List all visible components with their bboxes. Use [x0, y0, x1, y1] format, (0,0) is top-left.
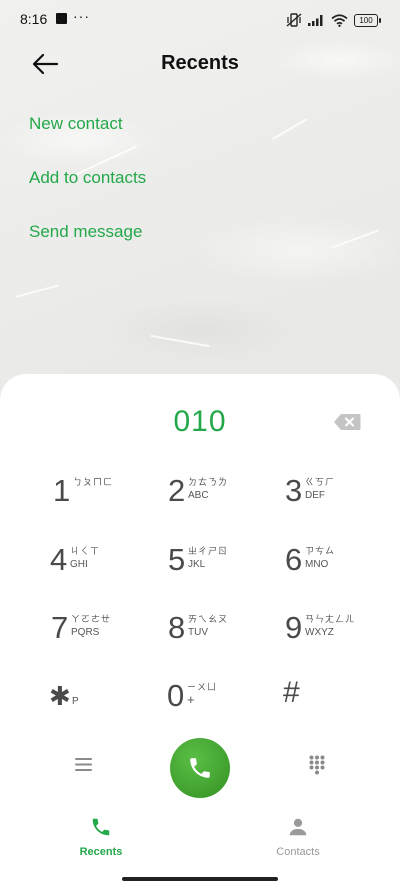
dial-key-2[interactable]: 2 ㄉㄊㄋㄌ ABC	[168, 473, 278, 513]
dial-key-hash[interactable]: #	[283, 676, 300, 710]
dialpad-toggle-icon[interactable]	[309, 755, 325, 775]
tab-recents[interactable]: Recents	[51, 816, 151, 858]
more-notifications-icon: ···	[73, 8, 90, 24]
status-bar: 8:16 ··· 100	[0, 0, 400, 40]
dial-key-9[interactable]: 9 ㄢㄣㄤㄥㄦ WXYZ	[285, 610, 395, 650]
tab-contacts[interactable]: Contacts	[248, 816, 348, 858]
backspace-icon[interactable]	[333, 413, 361, 431]
battery-icon: 100	[354, 13, 381, 27]
dial-key-3[interactable]: 3 ㄍㄎㄏ DEF	[285, 473, 395, 513]
dial-key-8[interactable]: 8 ㄞㄟㄠㄡ TUV	[168, 610, 278, 650]
menu-icon[interactable]	[75, 757, 92, 772]
dial-key-1[interactable]: 1 ㄅㄆㄇㄈ	[53, 473, 163, 513]
status-time: 8:16	[20, 11, 48, 27]
dial-key-4[interactable]: 4 ㄐㄑㄒ GHI	[50, 542, 160, 582]
wifi-icon	[331, 13, 348, 27]
dial-key-7[interactable]: 7 ㄚㄛㄜㄝ PQRS	[51, 610, 161, 650]
phone-icon	[190, 758, 210, 778]
phone-icon	[92, 818, 110, 836]
page-title: Recents	[161, 52, 239, 74]
call-button[interactable]	[170, 738, 230, 798]
dial-key-5[interactable]: 5 ㄓㄔㄕㄖ JKL	[168, 542, 278, 582]
send-message-link[interactable]: Send message	[29, 222, 142, 242]
new-contact-link[interactable]: New contact	[29, 114, 123, 134]
home-indicator[interactable]	[122, 877, 278, 881]
tab-recents-label: Recents	[79, 846, 123, 858]
person-icon	[289, 818, 307, 836]
notification-square-icon	[56, 13, 67, 24]
dial-key-0[interactable]: 0 ㄧㄨㄩ +	[167, 678, 277, 718]
tab-contacts-label: Contacts	[276, 846, 320, 858]
dial-key-star[interactable]: ✱ P	[49, 678, 159, 718]
dial-key-6[interactable]: 6 ㄗㄘㄙ MNO	[285, 542, 395, 582]
vibrate-off-icon	[286, 13, 302, 27]
signal-icon	[308, 15, 323, 26]
add-to-contacts-link[interactable]: Add to contacts	[29, 168, 146, 188]
